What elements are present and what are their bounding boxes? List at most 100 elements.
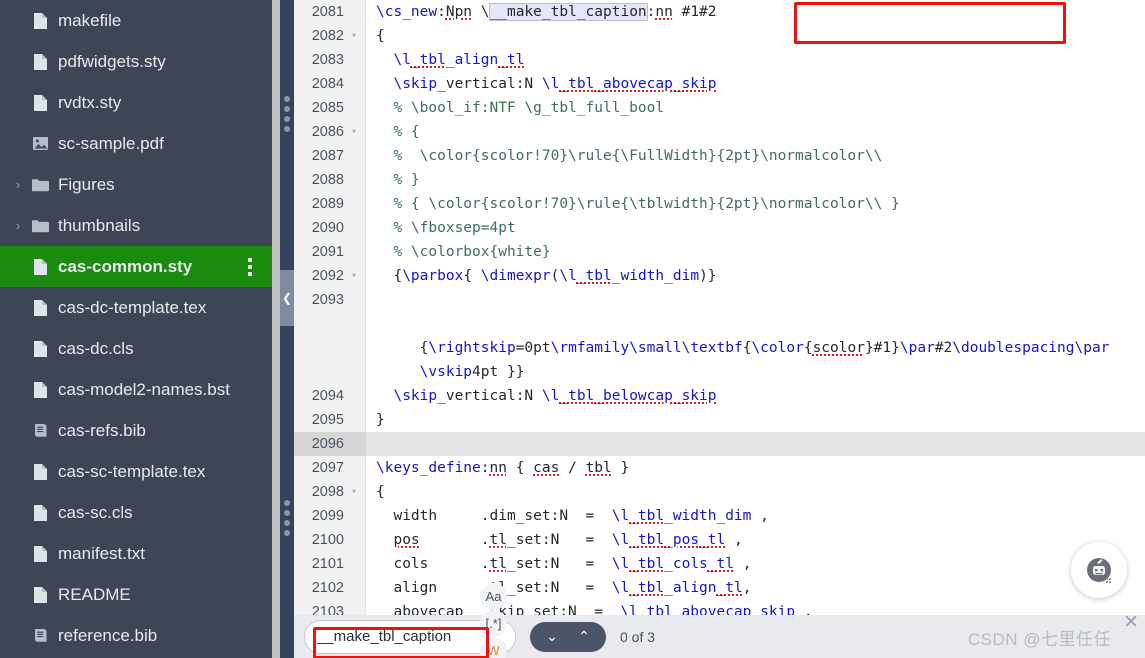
search-input[interactable] <box>311 623 475 650</box>
chevron-right-icon[interactable]: › <box>10 178 26 191</box>
fold-toggle-icon[interactable]: ▾ <box>348 264 360 288</box>
splitter-grip-bottom[interactable] <box>284 500 290 536</box>
file-list: makefile pdfwidgets.sty rvdtx.sty sc-sample… <box>0 0 280 656</box>
file-item-cas-dc-template-tex[interactable]: cas-dc-template.tex <box>0 287 280 328</box>
file-item-cas-sc-template-tex[interactable]: cas-sc-template.tex <box>0 451 280 492</box>
file-item-figures[interactable]: › Figures <box>0 164 280 205</box>
code-token: cas <box>533 460 560 476</box>
code-line[interactable]: 2083 \l_tbl_align_tl <box>294 48 1145 72</box>
code-line[interactable]: 2093 <box>294 288 1145 312</box>
collapse-sidebar-chevron-icon[interactable]: ❮ <box>280 270 294 326</box>
code-line[interactable]: 2081 \cs_new:Npn \__make_tbl_caption:nn #… <box>294 0 1145 24</box>
code-token: _tbl <box>629 580 665 596</box>
chevron-right-icon[interactable]: › <box>10 219 26 232</box>
code-line-text: \l_tbl_align_tl <box>376 48 524 72</box>
file-item-cas-refs-bib[interactable]: cas-refs.bib <box>0 410 280 451</box>
panel-splitter[interactable]: ❮ <box>280 0 294 658</box>
file-item-cas-model2-names-bst[interactable]: cas-model2-names.bst <box>0 369 280 410</box>
line-number: 2087 <box>311 148 344 164</box>
code-line[interactable]: 2089 % { \color{scolor!70}\rule{\tblwidt… <box>294 192 1145 216</box>
file-item-rvdtx-sty[interactable]: rvdtx.sty <box>0 82 280 123</box>
code-line[interactable]: 2086 ▾ % { <box>294 120 1145 144</box>
fold-toggle-icon[interactable]: ▾ <box>348 480 360 504</box>
code-token: % \colorbox{white} <box>376 244 551 260</box>
code-line-text: % { <box>376 120 419 144</box>
file-item-cas-common-sty[interactable]: cas-common.sty <box>0 246 280 287</box>
line-number: 2097 <box>311 460 344 476</box>
code-token: \l <box>611 508 630 524</box>
code-viewport[interactable]: 2081 \cs_new:Npn \__make_tbl_caption:nn #… <box>294 0 1145 615</box>
code-line[interactable]: 2097 \keys_define:nn { cas / tbl } <box>294 456 1145 480</box>
file-item-reference-bib[interactable]: reference.bib <box>0 615 280 656</box>
code-token: \skip <box>376 76 438 92</box>
code-token: / <box>559 460 586 476</box>
line-number: 2089 <box>311 196 344 212</box>
file-item-pdfwidgets-sty[interactable]: pdfwidgets.sty <box>0 41 280 82</box>
code-line[interactable] <box>294 312 1145 336</box>
image-icon <box>32 137 48 150</box>
code-line[interactable]: {\rightskip=0pt\rmfamily\small\textbf{\c… <box>294 336 1145 360</box>
code-line[interactable]: 2098 ▾{ <box>294 480 1145 504</box>
code-token: _align <box>445 52 499 68</box>
code-line[interactable]: 2101 cols .tl_set:N = \l_tbl_cols_tl , <box>294 552 1145 576</box>
whole-word-toggle[interactable]: W <box>480 636 507 658</box>
file-context-menu-icon[interactable] <box>248 257 252 276</box>
match-case-toggle[interactable]: Aa <box>480 582 507 610</box>
assistant-bot-button[interactable] <box>1071 542 1127 598</box>
file-icon <box>26 381 54 399</box>
code-line[interactable]: 2084 \skip_vertical:N \l_tbl_abovecap_sk… <box>294 72 1145 96</box>
splitter-grip-top[interactable] <box>284 96 290 132</box>
code-line[interactable]: 2099 width .dim_set:N = \l_tbl_width_dim… <box>294 504 1145 528</box>
file-item-cas-dc-cls[interactable]: cas-dc.cls <box>0 328 280 369</box>
file-icon <box>33 545 47 562</box>
file-item-manifest-txt[interactable]: manifest.txt <box>0 533 280 574</box>
file-item-thumbnails[interactable]: › thumbnails <box>0 205 280 246</box>
line-number: 2099 <box>311 508 344 524</box>
code-line-text: abovecap .skip_set:N = \l_tbl_abovecap_s… <box>376 600 812 615</box>
code-line[interactable]: 2091 % \colorbox{white} <box>294 240 1145 264</box>
code-token: , <box>742 580 752 596</box>
find-next-chevron-down-icon[interactable]: ⌄ <box>536 622 568 652</box>
file-item-sc-sample-pdf[interactable]: sc-sample.pdf <box>0 123 280 164</box>
code-line[interactable]: 2095} <box>294 408 1145 432</box>
code-token: _cols <box>664 556 708 572</box>
file-item-readme[interactable]: README <box>0 574 280 615</box>
file-item-cas-sc-cls[interactable]: cas-sc.cls <box>0 492 280 533</box>
fold-toggle-icon[interactable]: ▾ <box>348 24 360 48</box>
code-token: { <box>803 340 813 356</box>
code-token: _tl <box>699 532 726 548</box>
code-line[interactable]: 2103 abovecap .skip_set:N = \l_tbl_above… <box>294 600 1145 615</box>
file-item-label: reference.bib <box>58 625 158 645</box>
code-line[interactable]: \vskip4pt }} <box>294 360 1145 384</box>
code-line[interactable]: 2094 \skip_vertical:N \l_tbl_belowcap_sk… <box>294 384 1145 408</box>
code-line[interactable]: 2085 % \bool_if:NTF \g_tbl_full_bool <box>294 96 1145 120</box>
code-line[interactable]: 2100 pos .tl_set:N = \l_tbl_pos_tl , <box>294 528 1145 552</box>
code-lines[interactable]: 2081 \cs_new:Npn \__make_tbl_caption:nn #… <box>294 0 1145 615</box>
fold-toggle-icon[interactable]: ▾ <box>348 120 360 144</box>
code-line-text: \vskip4pt }} <box>376 360 525 384</box>
code-line[interactable]: 2096 <box>294 432 1145 456</box>
code-line[interactable]: 2087 % \color{scolor!70}\rule{\FullWidth… <box>294 144 1145 168</box>
code-token: _align <box>664 580 717 596</box>
file-icon <box>26 299 54 317</box>
code-line[interactable]: 2102 align .tl_set:N = \l_tbl_align_tl, <box>294 576 1145 600</box>
file-item-label: Figures <box>58 174 115 194</box>
code-line-text: % } <box>376 168 419 192</box>
code-token: , <box>733 556 752 572</box>
code-token: tl <box>489 556 507 572</box>
close-icon[interactable]: ✕ <box>1123 613 1139 632</box>
code-line[interactable]: 2092 ▾ {\parbox{ \dimexpr(\l_tbl_width_di… <box>294 264 1145 288</box>
find-navigation-group: ⌄ ⌃ <box>530 621 606 652</box>
line-number: 2083 <box>311 52 344 68</box>
regex-toggle[interactable]: [.*] <box>480 609 507 637</box>
line-number <box>294 360 366 384</box>
file-item-makefile[interactable]: makefile <box>0 0 280 41</box>
code-line[interactable]: 2090 % \fboxsep=4pt <box>294 216 1145 240</box>
file-icon <box>33 340 47 357</box>
sidebar-scrollbar[interactable] <box>272 0 280 658</box>
code-line[interactable]: 2088 % } <box>294 168 1145 192</box>
match-count-label: 0 of 3 <box>620 628 656 645</box>
code-line[interactable]: 2082 ▾{ <box>294 24 1145 48</box>
find-prev-chevron-up-icon[interactable]: ⌃ <box>568 622 600 652</box>
